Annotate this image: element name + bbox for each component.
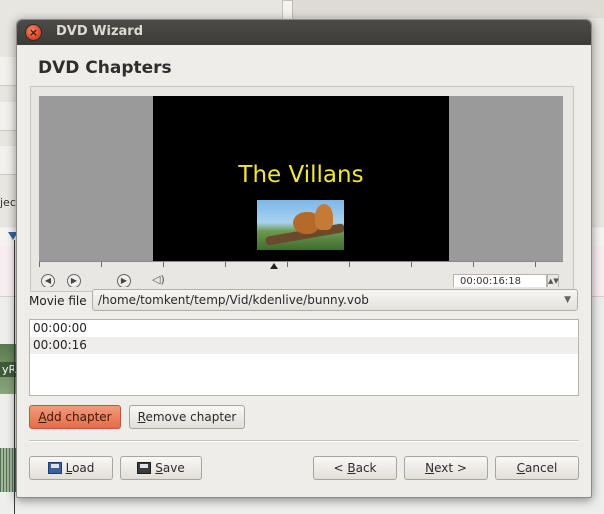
floppy-icon (137, 462, 152, 474)
list-item[interactable]: 00:00:16 (30, 337, 578, 354)
volume-icon[interactable]: ◁) (152, 274, 165, 286)
playback-controls: ◀ ▶ ▶ ◁) 00:00:16:18 ▲▼ (39, 271, 563, 287)
spin-arrows-icon[interactable]: ▲▼ (547, 274, 559, 287)
overlay-title: The Villans (238, 162, 364, 188)
chapter-list[interactable]: 00:00:00 00:00:16 (29, 319, 579, 396)
position-ruler[interactable] (39, 261, 563, 268)
rewind-icon[interactable]: ◀ (41, 274, 55, 287)
movie-file-label: Movie file (29, 294, 87, 308)
floppy-icon (47, 462, 62, 474)
video-frame: The Villans (153, 96, 449, 261)
page-title: DVD Chapters (38, 58, 172, 78)
window-title: DVD Wizard (56, 24, 144, 39)
dvd-wizard-dialog: × DVD Wizard DVD Chapters The Villans ◀ … (16, 19, 592, 498)
video-monitor: The Villans (39, 96, 563, 261)
background-row (0, 57, 16, 86)
movie-file-combobox[interactable]: /home/tomkent/temp/Vid/kdenlive/bunny.vo… (92, 289, 578, 311)
playhead-icon[interactable] (270, 263, 278, 269)
preview-panel: The Villans ◀ ▶ ▶ ◁) 00:00:16:18 ▲▼ (30, 86, 574, 292)
background-row (0, 146, 16, 175)
chevron-down-icon: ▼ (564, 295, 571, 305)
background-panel (292, 0, 604, 18)
timecode-field[interactable]: 00:00:16:18 (453, 274, 547, 287)
thumbnail-image (257, 200, 344, 250)
movie-file-value: /home/tomkent/temp/Vid/kdenlive/bunny.vo… (98, 293, 369, 307)
back-button[interactable]: < Back (313, 456, 397, 480)
next-button[interactable]: Next > (404, 456, 488, 480)
add-chapter-button[interactable]: Add chapter (29, 405, 121, 429)
title-bar: × DVD Wizard (17, 20, 591, 45)
close-icon[interactable]: × (26, 25, 41, 40)
forward-icon[interactable]: ▶ (117, 274, 131, 287)
load-button[interactable]: Load (29, 456, 113, 480)
background-sidebar-text: jec (0, 196, 16, 209)
background-row (0, 102, 16, 131)
list-item[interactable]: 00:00:00 (30, 320, 578, 337)
save-button[interactable]: Save (120, 456, 202, 480)
cancel-button[interactable]: Cancel (495, 456, 579, 480)
remove-chapter-button[interactable]: Remove chapter (129, 405, 245, 429)
separator (29, 440, 579, 442)
play-icon[interactable]: ▶ (67, 274, 81, 287)
background-cursor-line (14, 240, 15, 514)
